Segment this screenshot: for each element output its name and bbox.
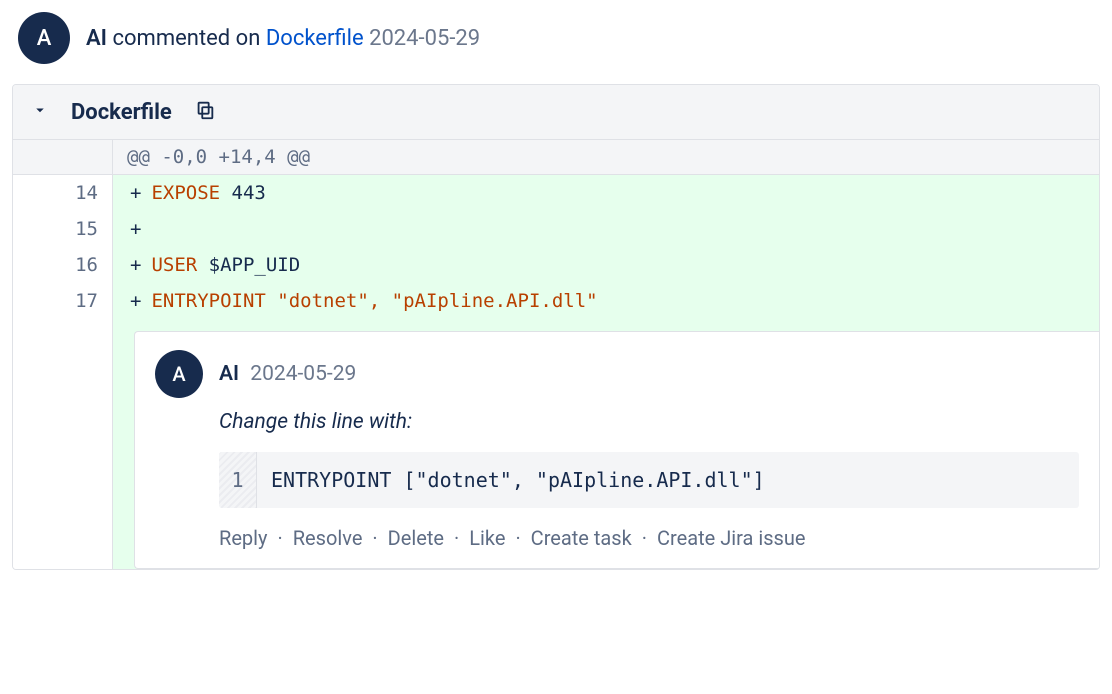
- line-number: 15: [13, 211, 113, 247]
- reply-button[interactable]: Reply: [219, 526, 268, 550]
- file-name[interactable]: Dockerfile: [71, 100, 172, 125]
- comment-date: 2024-05-29: [250, 362, 356, 386]
- hunk-header: @@ -0,0 +14,4 @@: [13, 140, 1099, 175]
- diff-line: 17 + ENTRYPOINT "dotnet", "pAIpline.API.d…: [13, 283, 1099, 319]
- author-name[interactable]: AI: [86, 26, 107, 51]
- plus-marker: +: [130, 290, 141, 312]
- comment-body: Change this line with: 1 ENTRYPOINT ["do…: [219, 410, 1079, 550]
- comment-date: 2024-05-29: [369, 26, 480, 51]
- comment-head: A AI 2024-05-29: [155, 350, 1079, 398]
- line-content: + ENTRYPOINT "dotnet", "pAIpline.API.dll": [113, 283, 1099, 319]
- line-number: 16: [13, 247, 113, 283]
- avatar[interactable]: A: [155, 350, 203, 398]
- code-rest: "dotnet", "pAIpline.API.dll": [266, 290, 598, 312]
- commented-verb: commented on: [112, 26, 260, 51]
- copy-icon[interactable]: [194, 99, 216, 125]
- line-number: 17: [13, 283, 113, 319]
- avatar[interactable]: A: [18, 12, 70, 64]
- diff-line: 15 +: [13, 211, 1099, 247]
- separator: ·: [278, 526, 283, 550]
- plus-marker: +: [130, 254, 141, 276]
- keyword: ENTRYPOINT: [151, 290, 265, 312]
- resolve-button[interactable]: Resolve: [293, 526, 363, 550]
- code-suggestion: 1 ENTRYPOINT ["dotnet", "pAIpline.API.dl…: [219, 452, 1079, 508]
- create-task-button[interactable]: Create task: [531, 526, 632, 550]
- code-rest: 443: [220, 182, 266, 204]
- comment-area: A AI 2024-05-29 Change this line with: 1…: [113, 319, 1099, 569]
- diff-line: 16 + USER $APP_UID: [13, 247, 1099, 283]
- chevron-down-icon[interactable]: [31, 101, 49, 123]
- delete-button[interactable]: Delete: [388, 526, 444, 550]
- line-content: + USER $APP_UID: [113, 247, 1099, 283]
- diff-panel: Dockerfile @@ -0,0 +14,4 @@ 14 + EXPOSE 4…: [12, 84, 1100, 570]
- hunk-text: @@ -0,0 +14,4 @@: [113, 140, 324, 174]
- line-content: +: [113, 211, 1099, 247]
- file-link[interactable]: Dockerfile: [266, 26, 364, 51]
- comment-actions: Reply · Resolve · Delete · Like · Create tas…: [219, 526, 1079, 550]
- like-button[interactable]: Like: [469, 526, 505, 550]
- header-text: AI commented on Dockerfile 2024-05-29: [86, 26, 480, 51]
- separator: ·: [642, 526, 647, 550]
- comment-card: A AI 2024-05-29 Change this line with: 1…: [134, 331, 1099, 569]
- line-content: + EXPOSE 443: [113, 175, 1099, 211]
- code-rest: $APP_UID: [197, 254, 300, 276]
- keyword: USER: [151, 254, 197, 276]
- comment-header: A AI commented on Dockerfile 2024-05-29: [12, 12, 1100, 64]
- create-jira-button[interactable]: Create Jira issue: [657, 526, 805, 550]
- file-header: Dockerfile: [13, 85, 1099, 140]
- plus-marker: +: [130, 218, 141, 240]
- line-number: 14: [13, 175, 113, 211]
- gutter: [13, 319, 113, 569]
- comment-meta: AI 2024-05-29: [219, 362, 356, 386]
- keyword: EXPOSE: [151, 182, 220, 204]
- suggestion-code: ENTRYPOINT ["dotnet", "pAIpline.API.dll"…: [257, 452, 779, 508]
- suggestion-line-num: 1: [219, 452, 257, 508]
- gutter: [13, 140, 113, 174]
- diff-line: 14 + EXPOSE 443: [13, 175, 1099, 211]
- separator: ·: [515, 526, 520, 550]
- separator: ·: [454, 526, 459, 550]
- inline-comment-wrap: A AI 2024-05-29 Change this line with: 1…: [13, 319, 1099, 569]
- separator: ·: [372, 526, 377, 550]
- comment-author[interactable]: AI: [219, 362, 239, 386]
- comment-text: Change this line with:: [219, 410, 1079, 434]
- plus-marker: +: [130, 182, 141, 204]
